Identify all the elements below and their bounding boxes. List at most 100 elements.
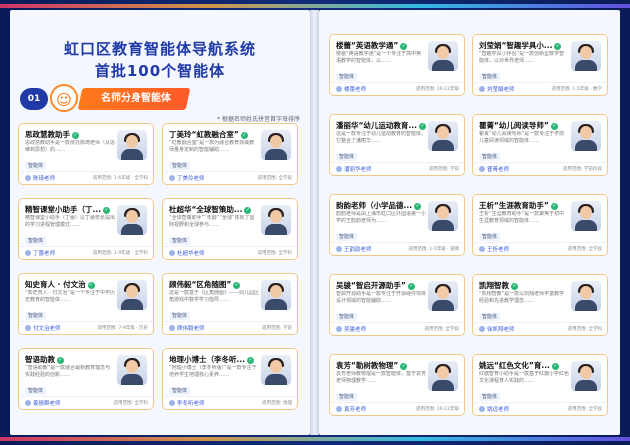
agent-card[interactable]: 潘丽华“幼儿运动教育... ✓ 这是一款专注于幼儿运动教育的智能体，它整合了潘丽华……	[329, 114, 465, 176]
user-icon	[336, 406, 342, 412]
agent-tag: 智能体	[25, 162, 47, 170]
agent-card[interactable]: 顾伟毅“区角随图” ✓ 这是一款基于《区角随图》——幼儿园区角游戏中数学学习指导………	[162, 273, 298, 335]
agent-card[interactable]: 丁美玲“虹教融合室” ✓ “虹教融合室”是一款为融合教育领域教师量身定制的智能辅助……	[162, 123, 298, 185]
agent-author[interactable]: 付文治老师	[25, 324, 61, 332]
agent-tag: 智能体	[479, 153, 501, 161]
agent-name: 丁美玲“虹教融合室” ✓	[169, 130, 248, 139]
check-icon: ✓	[511, 283, 518, 290]
agent-card[interactable]: 精智课堂小助手（丁... ✓ 精智课堂小助手（丁蕾）以丁蕾校长提出的学习进程管理模式…	[18, 198, 154, 260]
check-icon: ✓	[240, 132, 248, 139]
agent-name: 袁芳“勒树教物理” ✓	[336, 361, 408, 370]
agent-tag: 智能体	[479, 233, 501, 241]
agent-author[interactable]: 潘丽华老师	[336, 165, 372, 173]
agent-tag: 智能体	[25, 237, 47, 245]
avatar	[571, 281, 601, 311]
agent-tag: 智能体	[25, 387, 47, 395]
card-footer: 刘莹娟老师 适用范围: 1-5年级 · 数学	[473, 82, 607, 95]
card-footer: 顾伟毅老师 适用范围: 学前	[163, 321, 297, 334]
agent-author[interactable]: 姚远老师	[479, 405, 509, 413]
card-footer: 陈琦老师 适用范围: 1-6年级 · 全学科	[19, 171, 153, 184]
agent-card[interactable]: 王析“生涯教育助手” ✓ 王析“生涯教育助手”是一款聚焦于初中生涯教育领域的智能体……	[472, 194, 608, 256]
agent-card[interactable]: 楼蕾“英语教学通” ✓ 楼蕾“英语教学通”是一个专注于高中英语教学的智能体，以…… 智…	[329, 34, 465, 96]
agent-tag: 智能体	[336, 393, 358, 401]
agent-author[interactable]: 陈琦老师	[25, 174, 55, 182]
card-footer: 瞿菁老师 适用范围: 学前阶段	[473, 162, 607, 175]
user-icon	[169, 325, 175, 331]
check-icon: ✓	[550, 203, 558, 210]
agent-tag: 智能体	[336, 73, 358, 81]
check-icon: ✓	[233, 282, 241, 289]
agent-description: 瞿菁“幼儿阅读导师”是一款专注于学前儿童阅读领域的智能体……	[479, 131, 565, 144]
user-icon	[169, 400, 175, 406]
check-icon: ✓	[57, 357, 64, 364]
check-icon: ✓	[407, 283, 415, 290]
agent-author[interactable]: 徐凯翔老师	[479, 325, 515, 333]
avatar	[117, 205, 147, 235]
agent-name: 知史育人 · 付文治 ✓	[25, 280, 95, 289]
agent-card[interactable]: 凯翔智教 ✓ “凯翔智教”是一款以凯翔老师丰富教学经验和先进教学理念…… 智能体 徐凯翔…	[472, 274, 608, 336]
card-footer: 袁芳老师 适用范围: 10-12年级	[330, 402, 464, 415]
agent-card[interactable]: 瞿菁“幼儿阅读导师” ✓ 瞿菁“幼儿阅读导师”是一款专注于学前儿童阅读领域的智能体……	[472, 114, 608, 176]
agent-scope: 适用范围: 地理	[262, 401, 292, 406]
agent-name: 姚远“红色文化”育... ✓	[479, 361, 559, 370]
card-footer: 丁蕾老师 适用范围: 1-9年级 · 全学科	[19, 246, 153, 259]
check-icon: ✓	[551, 363, 559, 370]
avatar	[261, 205, 291, 235]
agent-card[interactable]: 地理小博士（李冬听... ✓ “地理小博士（李冬听版）”是一款专注于培养学生地理核心…	[162, 348, 298, 410]
check-icon: ✓	[400, 43, 408, 50]
agent-scope: 适用范围: 1-5年级 · 数学	[551, 87, 602, 92]
agent-card[interactable]: 知史育人 · 付文治 ✓ “知史育人 · 付文治”是一个专注于中学历史教育的智能体……	[18, 273, 154, 335]
agent-author[interactable]: 顾伟毅老师	[169, 324, 205, 332]
avatar	[261, 355, 291, 385]
agent-author[interactable]: 袁芳老师	[336, 405, 366, 413]
avatar	[571, 41, 601, 71]
agent-card[interactable]: 袁芳“勒树教物理” ✓ 袁芳老师教物理是一款智能体，基于袁芳老师物理教学…… 智能体袁…	[329, 354, 465, 416]
agent-card[interactable]: 杜超华“全球智策助... ✓ “全球智策助手”“年龄”“全球”体现了国际视野和全球参…	[162, 198, 298, 260]
user-icon	[479, 406, 485, 412]
agent-author[interactable]: 杜超华老师	[169, 249, 205, 257]
agent-tag: 智能体	[336, 153, 358, 161]
agent-author[interactable]: 王析老师	[479, 245, 509, 253]
agent-scope: 适用范围: 1-9年级 · 全学科	[92, 251, 148, 256]
agent-name: 智语助教 ✓	[25, 355, 64, 364]
agent-author[interactable]: 刘莹娟老师	[479, 85, 515, 93]
agent-name: 地理小博士（李冬听... ✓	[169, 355, 255, 364]
agent-author[interactable]: 丁美玲老师	[169, 174, 205, 182]
user-icon	[336, 246, 342, 252]
agent-card[interactable]: 刘莹娟“智趣学具小... ✓ “智趣学具小伴侣”是一款创新型数学智能体，以对世界老师…	[472, 34, 608, 96]
section-label: 名师分身智能体	[101, 93, 171, 104]
avatar	[261, 280, 291, 310]
agent-description: 韵韵老师是由上海市虹口区外国语第一小学的王韵韵老师为……	[336, 211, 426, 224]
agent-description: 精智课堂小助手（丁蕾）以丁蕾校长提出的学习进程管理模式……	[25, 215, 115, 228]
agent-card[interactable]: 姚远“红色文化”育... ✓ 红旗智育小助手是一款基于红旗小学红色文化课程育人实践的…	[472, 354, 608, 416]
agent-scope: 适用范围: 10-12年级	[415, 87, 459, 92]
agent-author[interactable]: 楼蕾老师	[336, 85, 366, 93]
agent-name: 凯翔智教 ✓	[479, 281, 518, 290]
agent-scope: 适用范围: 7-9年级 · 历史	[97, 326, 148, 331]
agent-name: 杜超华“全球智策助... ✓	[169, 205, 252, 214]
section-header: 01 ☺ 名师分身智能体	[20, 82, 191, 116]
agent-author[interactable]: 李冬听老师	[169, 399, 205, 407]
agent-author[interactable]: 姜振群老师	[25, 399, 61, 407]
avatar	[428, 201, 458, 231]
check-icon: ✓	[414, 203, 422, 210]
avatar	[261, 130, 291, 160]
agent-name: 韵韵老师（小学品德... ✓	[336, 201, 422, 210]
agent-scope: 适用范围: 全学科	[257, 251, 292, 256]
page-subtitle: 首批100个智能体	[94, 62, 226, 80]
agent-author[interactable]: 王韵韵老师	[336, 245, 372, 253]
avatar	[117, 355, 147, 385]
agent-card[interactable]: 韵韵老师（小学品德... ✓ 韵韵老师是由上海市虹口区外国语第一小学的王韵韵老师为……	[329, 194, 465, 256]
agent-author[interactable]: 瞿菁老师	[479, 165, 509, 173]
agent-card[interactable]: 思政慧教助手 ✓ 思政慧教助手是一款依托陈琦老师（从思维到思想）的…… 智能体 陈琦老师…	[18, 123, 154, 185]
avatar	[571, 201, 601, 231]
agent-author[interactable]: 吴骏老师	[336, 325, 366, 333]
agent-description: 红旗智育小助手是一款基于红旗小学红色文化课程育人实践的……	[479, 371, 569, 384]
agent-name: 思政慧教助手 ✓	[25, 130, 79, 139]
agent-card[interactable]: 智语助教 ✓ “智语助教”是一款融合最新教育理念与实践经验的创新…… 智能体 姜振群老师…	[18, 348, 154, 410]
check-icon: ✓	[247, 357, 255, 364]
agent-card[interactable]: 吴骏“智启开源助手” ✓ 智启开源助手是一款专注于开源硬件项目设计领域的智能辅助………	[329, 274, 465, 336]
agent-description: 这是一款专注于幼儿运动教育的智能体，它整合了潘丽华……	[336, 131, 426, 144]
agent-scope: 适用范围: 全学科	[567, 327, 602, 332]
agent-author[interactable]: 丁蕾老师	[25, 249, 55, 257]
